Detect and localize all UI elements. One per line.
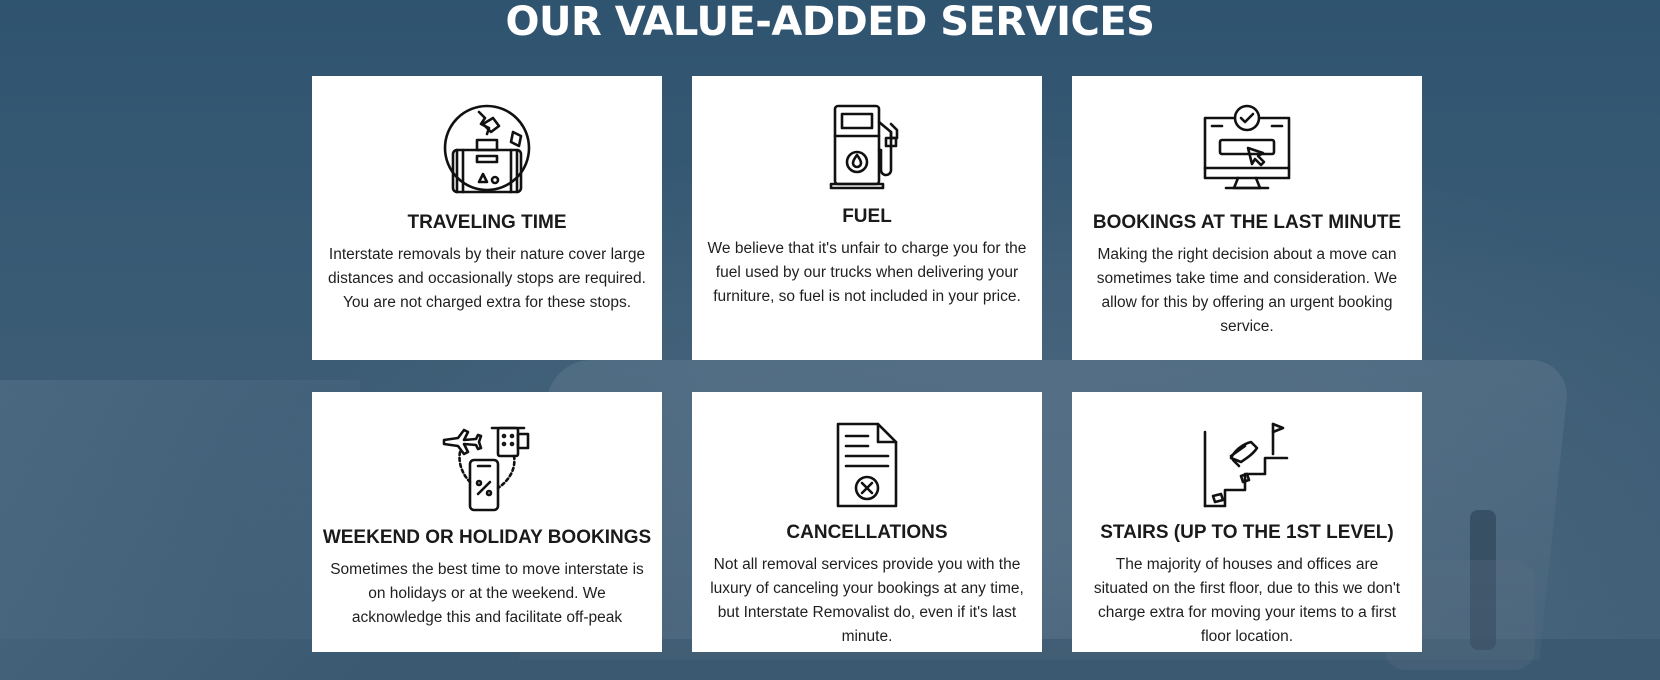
service-title: FUEL	[842, 206, 892, 227]
service-card-traveling-time: TRAVELING TIME Interstate removals by th…	[312, 76, 662, 360]
service-title: CANCELLATIONS	[786, 522, 948, 543]
service-description: We believe that it's unfair to charge yo…	[707, 240, 1027, 305]
phone-travel-icon	[442, 426, 530, 512]
service-card-weekend-holiday-bookings: WEEKEND OR HOLIDAY BOOKINGS Sometimes th…	[312, 392, 662, 652]
service-description: Making the right decision about a move c…	[1096, 246, 1398, 335]
service-title: WEEKEND OR HOLIDAY BOOKINGS	[322, 527, 652, 548]
service-title: STAIRS (UP TO THE 1ST LEVEL)	[1100, 522, 1394, 543]
stairs-icon	[1203, 422, 1289, 508]
service-title: BOOKINGS AT THE LAST MINUTE	[1092, 212, 1402, 233]
background-road-shape	[0, 380, 360, 680]
section-title: OUR VALUE-ADDED SERVICES	[505, 0, 1155, 45]
fuel-pump-icon	[829, 104, 899, 190]
globe-suitcase-icon	[443, 104, 531, 194]
monitor-booking-icon	[1203, 104, 1291, 190]
service-description: Not all removal services provide you wit…	[710, 556, 1024, 645]
cancel-document-icon	[836, 422, 898, 508]
service-card-last-minute-bookings: BOOKINGS AT THE LAST MINUTE Making the r…	[1072, 76, 1422, 360]
service-card-stairs: STAIRS (UP TO THE 1ST LEVEL) The majorit…	[1072, 392, 1422, 652]
service-card-fuel: FUEL We believe that it's unfair to char…	[692, 76, 1042, 360]
service-card-cancellations: CANCELLATIONS Not all removal services p…	[692, 392, 1042, 652]
service-title: TRAVELING TIME	[407, 212, 567, 233]
service-description: The majority of houses and offices are s…	[1093, 556, 1401, 645]
service-description: Interstate removals by their nature cove…	[328, 246, 646, 311]
service-description: Sometimes the best time to move intersta…	[330, 561, 644, 626]
